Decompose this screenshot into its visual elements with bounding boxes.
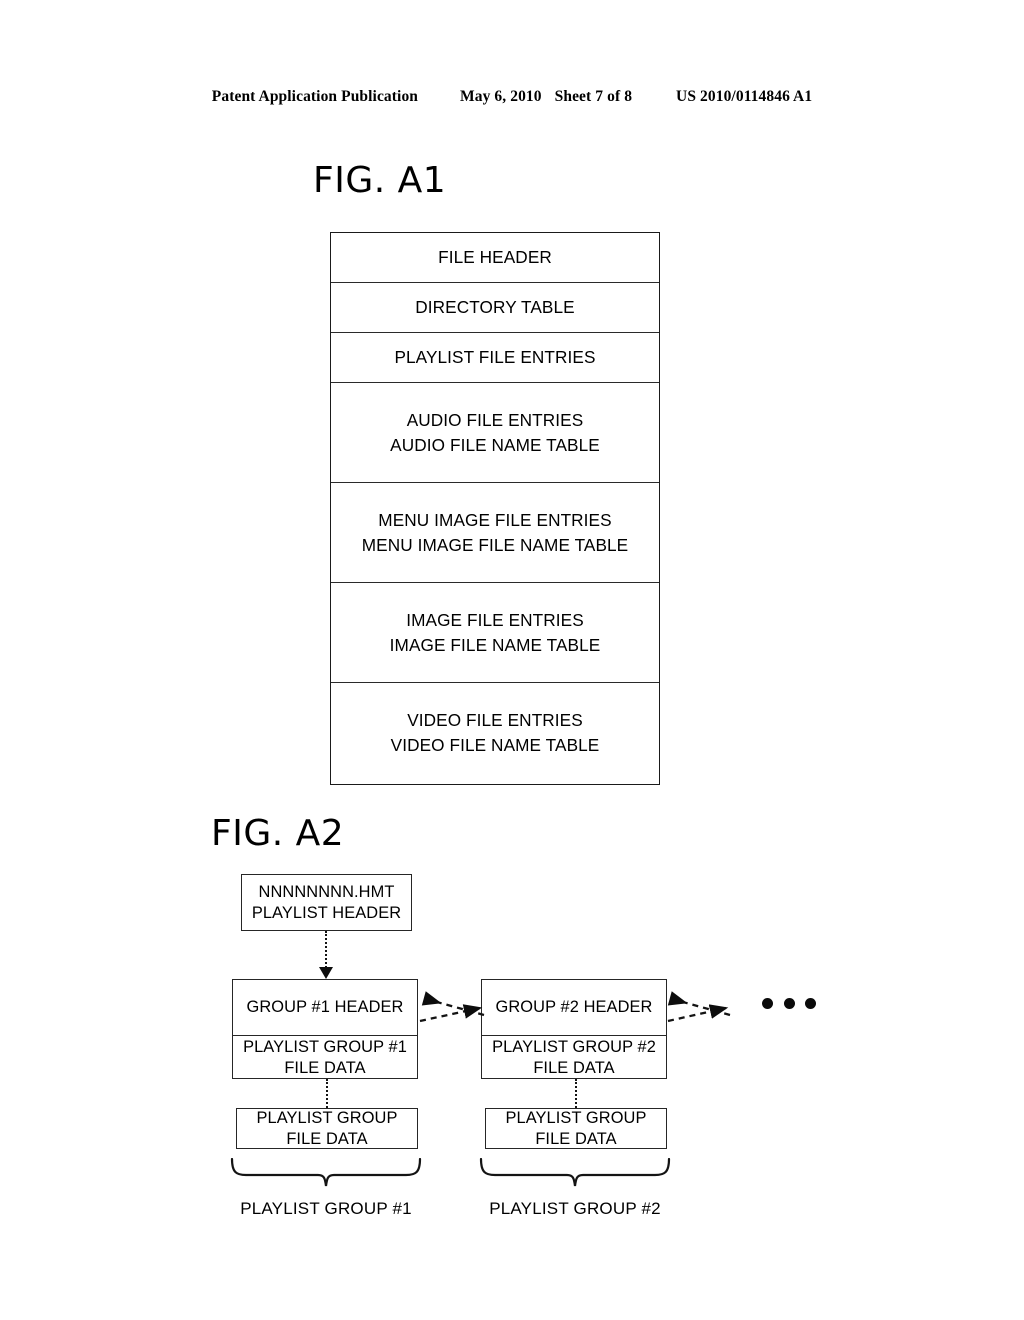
patent-number: US 2010/0114846 A1 (676, 88, 813, 105)
table-row: PLAYLIST FILE ENTRIES (331, 333, 659, 383)
group1-box: GROUP #1 HEADER PLAYLIST GROUP #1 FILE D… (232, 979, 418, 1079)
ellipsis-dot-icon (783, 998, 795, 1009)
row-label-line2: MENU IMAGE FILE NAME TABLE (361, 534, 629, 555)
data-box-2-line1: PLAYLIST GROUP (505, 1108, 647, 1127)
ellipsis-dot-icon (805, 998, 816, 1009)
connector-header-to-group1 (325, 931, 327, 971)
brace-caption-group1: PLAYLIST GROUP #1 (240, 1199, 412, 1218)
group1-data-line2: FILE DATA (284, 1058, 366, 1077)
row-label: DIRECTORY TABLE (415, 297, 575, 317)
brace-group2 (479, 1158, 671, 1187)
playlist-header-text: NNNNNNNN.HMT PLAYLIST HEADER (242, 875, 411, 930)
table-row: DIRECTORY TABLE (331, 283, 659, 333)
connector-group2-to-data (575, 1079, 577, 1108)
row-label-line1: MENU IMAGE FILE ENTRIES (378, 509, 612, 530)
data-box-1-line1: PLAYLIST GROUP (256, 1108, 398, 1127)
table-row: VIDEO FILE ENTRIES VIDEO FILE NAME TABLE (331, 683, 659, 783)
publication-date: May 6, 2010 (460, 88, 542, 105)
brace-group1 (230, 1158, 422, 1187)
table-row: MENU IMAGE FILE ENTRIES MENU IMAGE FILE … (331, 483, 659, 583)
data-box-1-text: PLAYLIST GROUP FILE DATA (237, 1109, 417, 1148)
continuation-ellipsis (762, 998, 816, 1009)
row-label-line2: IMAGE FILE NAME TABLE (389, 634, 601, 655)
playlist-group-file-data-box-1: PLAYLIST GROUP FILE DATA (236, 1108, 418, 1149)
group2-data-line1: PLAYLIST GROUP #2 (492, 1037, 656, 1056)
hmt-filename: NNNNNNNN.HMT (258, 882, 395, 901)
row-label: PLAYLIST FILE ENTRIES (394, 347, 596, 367)
table-row: AUDIO FILE ENTRIES AUDIO FILE NAME TABLE (331, 383, 659, 483)
playlist-header-label: PLAYLIST HEADER (251, 903, 402, 922)
publication-label: Patent Application Publication (211, 88, 419, 105)
row-label-line1: VIDEO FILE ENTRIES (407, 710, 583, 730)
row-label-line1: AUDIO FILE ENTRIES (406, 409, 584, 430)
data-box-2-line2: FILE DATA (535, 1129, 617, 1148)
ellipsis-dot-icon (762, 998, 773, 1009)
data-box-1-line2: FILE DATA (286, 1129, 368, 1148)
group1-header: GROUP #1 HEADER (233, 980, 417, 1035)
arrowhead-down-icon (319, 967, 333, 979)
group1-header-label: GROUP #1 HEADER (246, 998, 404, 1016)
table-row: FILE HEADER (331, 233, 659, 283)
playlist-header-box: NNNNNNNN.HMT PLAYLIST HEADER (241, 874, 412, 931)
patent-figure-page: Patent Application Publication May 6, 20… (0, 0, 1024, 1320)
fig-a1-title: FIG. A1 (313, 160, 447, 201)
connector-group1-to-data (326, 1079, 328, 1108)
group2-data-line2: FILE DATA (533, 1058, 615, 1077)
row-label-line1: IMAGE FILE ENTRIES (406, 609, 584, 630)
brace-caption-group2: PLAYLIST GROUP #2 (489, 1199, 661, 1218)
group2-file-data: PLAYLIST GROUP #2 FILE DATA (482, 1035, 666, 1079)
sheet-number: Sheet 7 of 8 (554, 88, 633, 105)
row-label-line2: AUDIO FILE NAME TABLE (390, 434, 600, 455)
row-label-line2: VIDEO FILE NAME TABLE (390, 735, 600, 755)
data-box-2-text: PLAYLIST GROUP FILE DATA (486, 1109, 666, 1148)
group1-data-line1: PLAYLIST GROUP #1 (243, 1037, 407, 1056)
fig-a2-title: FIG. A2 (211, 813, 345, 854)
table-row: IMAGE FILE ENTRIES IMAGE FILE NAME TABLE (331, 583, 659, 683)
fig-a1-file-structure-table: FILE HEADER DIRECTORY TABLE PLAYLIST FIL… (330, 232, 660, 785)
playlist-group-file-data-box-2: PLAYLIST GROUP FILE DATA (485, 1108, 667, 1149)
publication-header: Patent Application Publication May 6, 20… (0, 88, 1024, 106)
row-label: FILE HEADER (438, 247, 552, 267)
group-link-arrows (419, 991, 731, 1023)
group1-file-data: PLAYLIST GROUP #1 FILE DATA (233, 1035, 417, 1079)
